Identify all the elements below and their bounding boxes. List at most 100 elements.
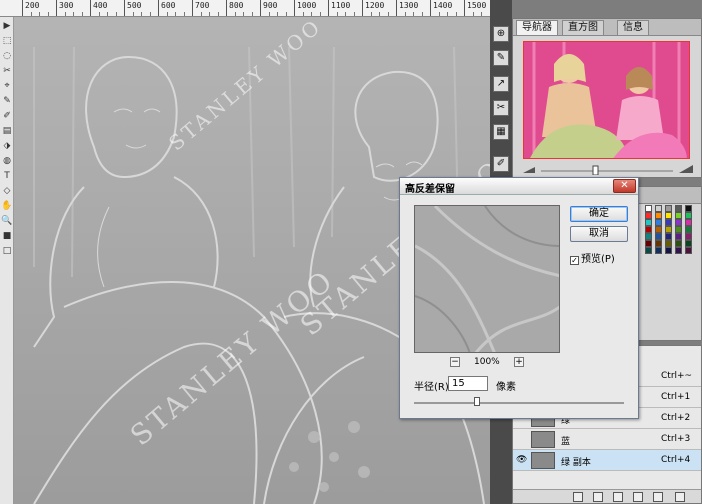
color-swatch[interactable]: [675, 226, 682, 233]
filter-preview[interactable]: [414, 205, 560, 353]
adjustment-icon[interactable]: [633, 492, 643, 502]
color-swatch[interactable]: [685, 247, 692, 254]
new-layer-icon[interactable]: [653, 492, 663, 502]
zoom-out-button[interactable]: −: [450, 357, 460, 367]
color-swatch[interactable]: [645, 205, 652, 212]
color-swatch[interactable]: [685, 233, 692, 240]
close-button[interactable]: ✕: [613, 179, 636, 193]
layer-name: 蓝: [561, 437, 571, 447]
tool-icon[interactable]: 🔍: [1, 215, 13, 227]
mask-icon[interactable]: [613, 492, 623, 502]
color-swatch[interactable]: [655, 212, 662, 219]
panel-dock-icon[interactable]: ✂: [493, 100, 509, 116]
navigator-thumbnail[interactable]: [523, 41, 690, 159]
tab-histogram[interactable]: 直方图: [562, 20, 604, 35]
link-icon[interactable]: [573, 492, 583, 502]
ruler-tick: 1300: [396, 0, 418, 16]
color-swatch[interactable]: [665, 226, 672, 233]
cancel-button[interactable]: 取消: [570, 226, 628, 242]
color-swatch[interactable]: [645, 247, 652, 254]
zoom-in-button[interactable]: +: [514, 357, 524, 367]
tool-icon[interactable]: ✂: [1, 65, 13, 77]
color-swatch[interactable]: [645, 233, 652, 240]
tool-icon[interactable]: ◌: [1, 50, 13, 62]
color-swatch[interactable]: [645, 226, 652, 233]
color-swatch[interactable]: [685, 205, 692, 212]
ruler-tick: 1400: [430, 0, 452, 16]
color-swatch[interactable]: [665, 240, 672, 247]
layer-row[interactable]: 👁 绿 副本 Ctrl+4: [513, 450, 701, 471]
tab-info[interactable]: 信息: [617, 20, 649, 35]
color-swatch[interactable]: [655, 247, 662, 254]
preview-checkbox[interactable]: ✓ 预览(P): [570, 250, 615, 265]
ruler-minor-tick: [115, 12, 117, 16]
high-pass-dialog: 高反差保留 ✕ 确定 取消 ✓ 预览(P) − 100% + 半径(R): 15…: [399, 177, 639, 419]
tool-icon[interactable]: ✐: [1, 110, 13, 122]
layer-row[interactable]: 蓝 Ctrl+3: [513, 429, 701, 450]
color-swatch[interactable]: [665, 247, 672, 254]
ruler-minor-tick: [455, 12, 457, 16]
panel-dock-icon[interactable]: ✎: [493, 50, 509, 66]
radius-input[interactable]: [448, 376, 488, 391]
color-swatch[interactable]: [655, 205, 662, 212]
color-swatch[interactable]: [675, 233, 682, 240]
ruler-minor-tick: [413, 12, 414, 16]
layer-shortcut: Ctrl+4: [661, 455, 691, 465]
color-swatch[interactable]: [675, 247, 682, 254]
tab-navigator[interactable]: 导航器: [516, 20, 558, 35]
radius-slider[interactable]: [414, 397, 624, 406]
color-swatch[interactable]: [645, 240, 652, 247]
dialog-titlebar: 高反差保留 ✕: [400, 178, 638, 195]
tool-icon[interactable]: □: [1, 245, 13, 257]
visibility-eye-icon[interactable]: [516, 434, 528, 444]
tool-icon[interactable]: ⌖: [1, 80, 13, 92]
tool-icon[interactable]: ⬗: [1, 140, 13, 152]
ruler-tick: 1500: [464, 0, 486, 16]
trash-icon[interactable]: [675, 492, 685, 502]
ruler-minor-tick: [336, 12, 338, 16]
color-swatch[interactable]: [645, 212, 652, 219]
color-swatch[interactable]: [655, 233, 662, 240]
fx-icon[interactable]: [593, 492, 603, 502]
color-swatch[interactable]: [685, 240, 692, 247]
tool-icon[interactable]: ▶: [1, 20, 13, 32]
tool-icon[interactable]: ▤: [1, 125, 13, 137]
color-swatch[interactable]: [655, 226, 662, 233]
navigator-zoom-slider[interactable]: [523, 165, 693, 176]
tool-icon[interactable]: T: [1, 170, 13, 182]
tool-icon[interactable]: ✋: [1, 200, 13, 212]
ruler-minor-tick: [209, 12, 210, 16]
tool-icon[interactable]: ⬚: [1, 35, 13, 47]
ruler-minor-tick: [268, 12, 270, 16]
tool-icon[interactable]: ◍: [1, 155, 13, 167]
panel-dock-icon[interactable]: ⊕: [493, 26, 509, 42]
color-swatch[interactable]: [665, 205, 672, 212]
layer-shortcut: Ctrl+2: [661, 413, 691, 423]
color-swatch[interactable]: [645, 219, 652, 226]
color-swatch[interactable]: [665, 233, 672, 240]
ruler-tick: 400: [90, 0, 107, 16]
color-swatch[interactable]: [685, 226, 692, 233]
panel-dock-icon[interactable]: ▦: [493, 124, 509, 140]
panel-dock-icon[interactable]: ✐: [493, 156, 509, 172]
visibility-eye-icon[interactable]: 👁: [516, 455, 528, 465]
color-swatch[interactable]: [675, 219, 682, 226]
ruler-tick: 600: [158, 0, 175, 16]
color-swatch[interactable]: [675, 212, 682, 219]
ok-button[interactable]: 确定: [570, 206, 628, 222]
ruler-minor-tick: [387, 12, 389, 16]
tool-icon[interactable]: ✎: [1, 95, 13, 107]
color-swatch[interactable]: [675, 205, 682, 212]
radius-slider-knob[interactable]: [474, 397, 480, 406]
color-swatch[interactable]: [685, 212, 692, 219]
tool-icon[interactable]: ■: [1, 230, 13, 242]
ruler-tick-label: 400: [93, 1, 108, 10]
color-swatch[interactable]: [665, 212, 672, 219]
color-swatch[interactable]: [655, 240, 662, 247]
color-swatch[interactable]: [685, 219, 692, 226]
tool-icon[interactable]: ◇: [1, 185, 13, 197]
color-swatch[interactable]: [665, 219, 672, 226]
panel-dock-icon[interactable]: ↗: [493, 76, 509, 92]
color-swatch[interactable]: [655, 219, 662, 226]
color-swatch[interactable]: [675, 240, 682, 247]
